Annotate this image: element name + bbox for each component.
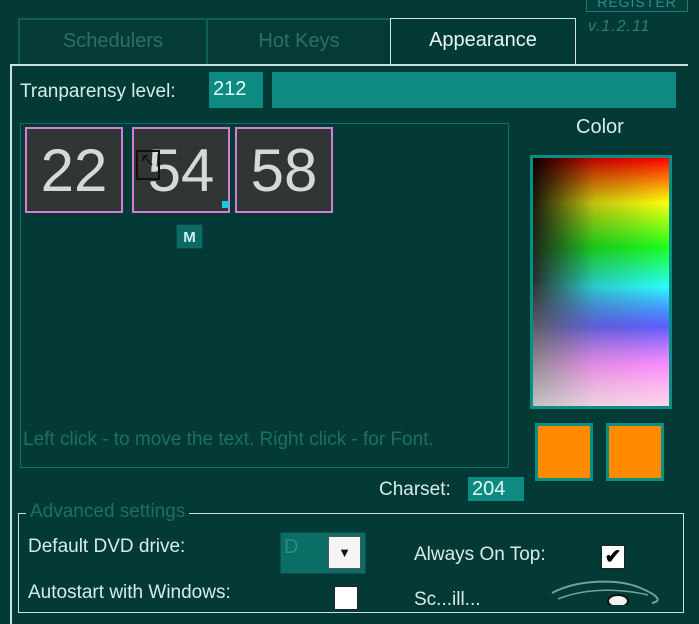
color-swatch-primary[interactable] [535, 423, 593, 481]
chevron-down-icon[interactable]: ▼ [328, 536, 361, 569]
autostart-checkbox[interactable] [334, 586, 358, 610]
charset-value[interactable]: 204 [468, 477, 524, 501]
partial-option-label: Sc...ill... [414, 589, 481, 610]
version-label: v.1.2.11 [588, 18, 651, 35]
clock-hours[interactable]: 22 [25, 127, 123, 213]
tab-schedulers[interactable]: Schedulers [18, 18, 208, 64]
color-swatch-secondary[interactable] [606, 423, 664, 481]
preview-hint-text: Left click - to move the text. Right cli… [23, 429, 434, 450]
charset-label: Charset: [379, 479, 451, 500]
color-spectrum-picker[interactable] [530, 155, 672, 409]
dvd-drive-value: D [284, 536, 299, 558]
transparency-slider[interactable] [272, 72, 676, 108]
scroll-swirl-icon [551, 580, 659, 605]
always-on-top-checkbox[interactable]: ✔ [601, 545, 625, 569]
tab-appearance[interactable]: Appearance [390, 18, 576, 64]
tab-hot-keys[interactable]: Hot Keys [206, 18, 392, 64]
transparency-value[interactable]: 212 [209, 72, 263, 108]
clock-preview-area[interactable]: 22 54 58 ↖ M Left click - to move the te… [20, 123, 509, 468]
color-label: Color [576, 116, 624, 138]
transparency-slider-fill [272, 72, 676, 108]
autostart-label: Autostart with Windows: [28, 582, 231, 603]
move-cursor-icon: ↖ [136, 150, 160, 180]
m-button[interactable]: M [176, 224, 203, 249]
resize-handle[interactable] [222, 201, 229, 208]
dvd-drive-label: Default DVD drive: [28, 536, 186, 557]
register-button[interactable]: REGISTER [586, 0, 688, 12]
cursor-glyph: ↖ [140, 150, 156, 170]
clock-seconds[interactable]: 58 [235, 127, 333, 213]
advanced-settings-legend: Advanced settings [26, 501, 190, 523]
transparency-label: Tranparensy level: [20, 81, 176, 102]
checkmark-icon: ✔ [604, 546, 622, 568]
always-on-top-label: Always On Top: [414, 544, 546, 565]
